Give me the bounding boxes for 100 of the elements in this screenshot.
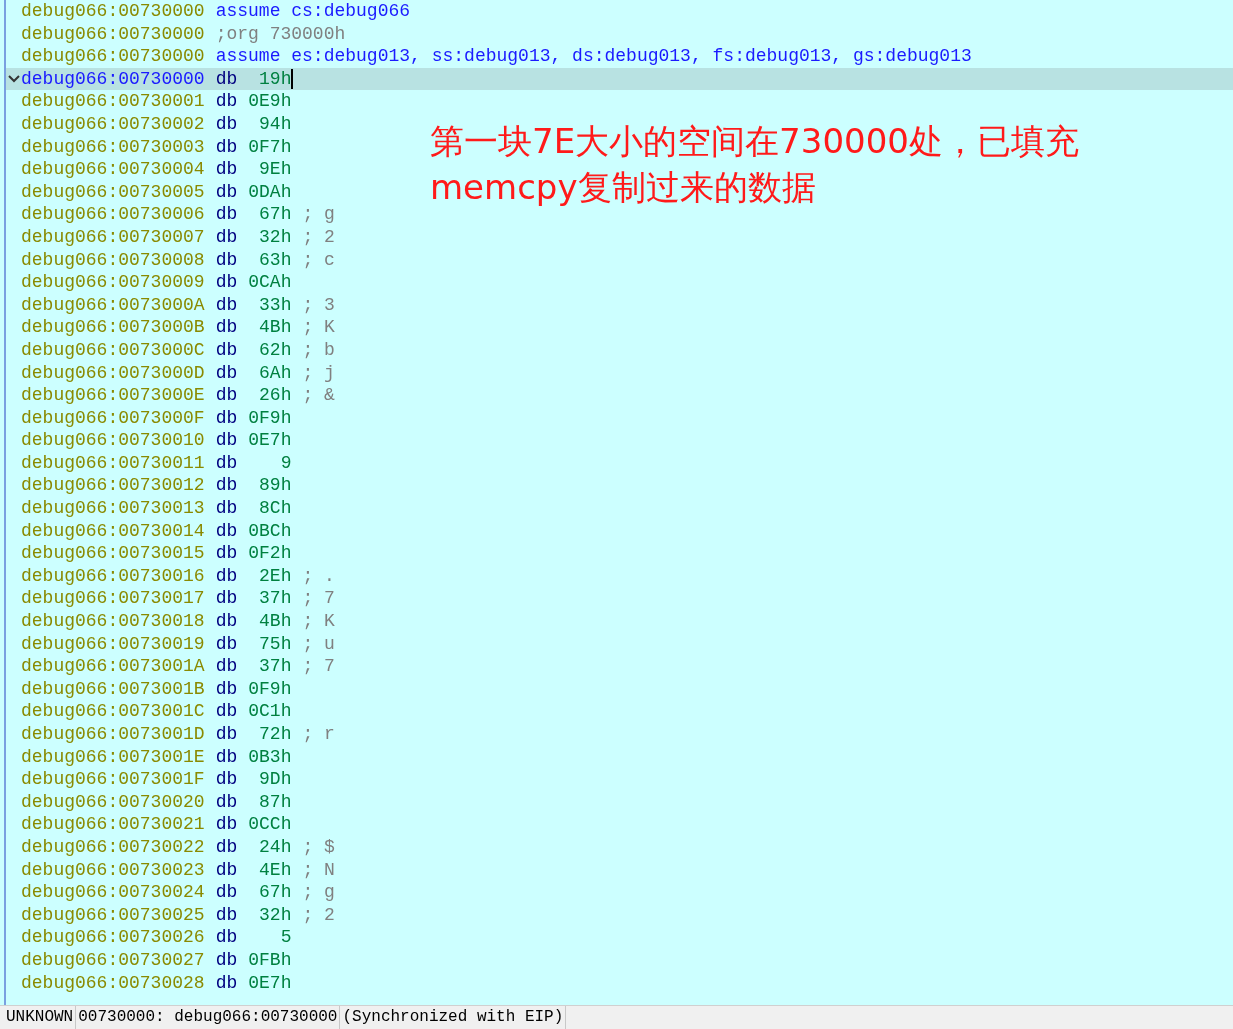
address-text: debug066:00730008 (21, 248, 205, 272)
listing-row[interactable]: debug066:0073000F db 0F9h (6, 406, 292, 430)
listing-row[interactable]: debug066:0073001A db 37h ; 7 (6, 655, 335, 678)
value-text: 0E7h (248, 971, 292, 995)
listing-row[interactable]: debug066:0073001F db 9Dh (6, 768, 292, 791)
listing-row[interactable]: debug066:00730021 db 0CCh (6, 813, 292, 836)
listing-row[interactable]: debug066:0073000C db 62h ; b (6, 338, 335, 362)
listing-row[interactable]: debug066:0073001C db 0C1h (6, 700, 292, 723)
mnemonic-text: db (215, 135, 238, 159)
listing-row[interactable]: debug066:00730017 db 37h ; 7 (6, 587, 335, 611)
mnemonic-text: db (215, 225, 238, 249)
address-text: debug066:00730015 (21, 542, 205, 565)
mnemonic-text: db (215, 881, 238, 904)
address-text: debug066:00730001 (21, 90, 205, 113)
listing-row[interactable]: debug066:0073000E db 26h ; & (6, 384, 335, 407)
comment-text: ; g (302, 881, 335, 904)
listing-row[interactable]: debug066:00730026 db 5 (6, 926, 292, 949)
listing-row[interactable]: debug066:00730009 db 0CAh (6, 271, 292, 294)
value-text: 0F2h (248, 542, 292, 565)
mnemonic-text: db (215, 429, 238, 452)
address-text: debug066:00730023 (21, 858, 205, 882)
listing-row[interactable]: debug066:00730005 db 0DAh (6, 180, 292, 204)
comment-text: ; K (302, 610, 335, 633)
listing-row[interactable]: debug066:00730001 db 0E9h (6, 90, 292, 113)
listing-row[interactable]: debug066:00730023 db 4Eh ; N (6, 858, 335, 882)
mnemonic-text: db (215, 67, 238, 91)
value-text: 0C1h (248, 700, 292, 723)
value-text: 9 (279, 451, 292, 475)
mnemonic-text: db (215, 338, 238, 362)
address-text: debug066:0073001D (21, 723, 205, 746)
address-text: debug066:00730003 (21, 135, 205, 159)
address-text: debug066:0073000A (21, 293, 205, 317)
comment-text: ; K (302, 316, 335, 339)
mnemonic-text: db (215, 271, 238, 294)
comment-text: ; 7 (302, 587, 335, 611)
comment-text: ; 2 (302, 903, 335, 927)
mnemonic-text: db (215, 677, 238, 701)
value-text: 67h (258, 203, 292, 226)
listing-row[interactable]: debug066:00730025 db 32h ; 2 (6, 903, 335, 927)
listing-row[interactable]: debug066:00730000 db 19h (6, 67, 1233, 91)
listing-row[interactable]: debug066:00730008 db 63h ; c (6, 248, 335, 272)
listing-row[interactable]: debug066:00730004 db 9Eh (6, 158, 292, 181)
listing-row[interactable]: debug066:00730014 db 0BCh (6, 519, 292, 543)
value-text: 0F9h (248, 677, 292, 701)
value-text: 63h (258, 248, 292, 272)
listing-row[interactable]: debug066:00730002 db 94h (6, 112, 292, 136)
value-text: 4Eh (258, 858, 292, 882)
listing-row[interactable]: debug066:00730024 db 67h ; g (6, 881, 335, 904)
mnemonic-text: db (215, 451, 238, 475)
listing-row[interactable]: debug066:00730006 db 67h ; g (6, 203, 335, 226)
comment-text: ; j (302, 361, 335, 385)
listing-row[interactable]: debug066:00730012 db 89h (6, 474, 292, 498)
listing-row[interactable]: debug066:00730022 db 24h ; $ (6, 835, 335, 859)
mnemonic-text: db (215, 497, 238, 520)
value-text: 89h (258, 474, 292, 498)
listing-row[interactable]: debug066:00730015 db 0F2h (6, 542, 292, 565)
chevron-icon[interactable] (7, 75, 20, 84)
address-text: debug066:0073001B (21, 677, 205, 701)
value-text: 0DAh (248, 180, 292, 204)
comment-text: ; N (302, 858, 335, 882)
address-text: debug066:00730026 (21, 926, 205, 949)
value-text: 0E9h (248, 90, 292, 113)
listing-row[interactable]: debug066:0073000A db 33h ; 3 (6, 293, 335, 317)
address-text: debug066:00730005 (21, 180, 205, 204)
mnemonic-text: db (215, 564, 238, 588)
listing-row[interactable]: debug066:00730003 db 0F7h (6, 135, 292, 159)
listing-row[interactable]: debug066:00730019 db 75h ; u (6, 632, 335, 656)
value-text: 37h (258, 655, 292, 678)
address-text: debug066:00730021 (21, 813, 205, 836)
mnemonic-text: db (215, 790, 238, 814)
status-text: (Synchronized with EIP) (340, 1006, 567, 1029)
comment-text: ; g (302, 203, 335, 226)
listing-row[interactable]: debug066:0073001E db 0B3h (6, 745, 292, 769)
address-text: debug066:00730012 (21, 474, 205, 498)
listing-row[interactable]: debug066:00730013 db 8Ch (6, 497, 292, 520)
listing-row[interactable]: debug066:0073000D db 6Ah ; j (6, 361, 335, 385)
value-text: 0FBh (248, 948, 292, 972)
directive-text: assume es:debug013, ss:debug013, ds:debug013, fs:debug013, gs:debug013 (215, 45, 972, 68)
listing-row[interactable]: debug066:00730007 db 32h ; 2 (6, 225, 335, 249)
address-text: debug066:00730010 (21, 429, 205, 452)
listing-row[interactable]: debug066:00730020 db 87h (6, 790, 292, 814)
mnemonic-text: db (215, 723, 238, 746)
value-text: 33h (258, 293, 292, 317)
listing-row[interactable]: debug066:00730016 db 2Eh ; . (6, 564, 335, 588)
listing-row[interactable]: debug066:00730018 db 4Bh ; K (6, 610, 335, 633)
listing-row[interactable]: debug066:00730028 db 0E7h (6, 971, 292, 995)
value-text: 2Eh (258, 564, 292, 588)
address-text: debug066:0073001C (21, 700, 205, 723)
address-text: debug066:0073000F (21, 406, 205, 430)
address-text: debug066:00730016 (21, 564, 205, 588)
listing-row[interactable]: debug066:00730011 db 9 (6, 451, 292, 475)
listing-row[interactable]: debug066:0073001D db 72h ; r (6, 723, 335, 746)
mnemonic-text: db (215, 474, 238, 498)
status-text: 00730000: debug066:00730000 (76, 1006, 341, 1029)
listing-row[interactable]: debug066:00730027 db 0FBh (6, 948, 292, 972)
listing-row[interactable]: debug066:00730010 db 0E7h (6, 429, 292, 452)
mnemonic-text: db (215, 858, 238, 882)
listing-row[interactable]: debug066:0073000B db 4Bh ; K (6, 316, 335, 339)
value-text: 75h (258, 632, 292, 656)
listing-row[interactable]: debug066:0073001B db 0F9h (6, 677, 292, 701)
